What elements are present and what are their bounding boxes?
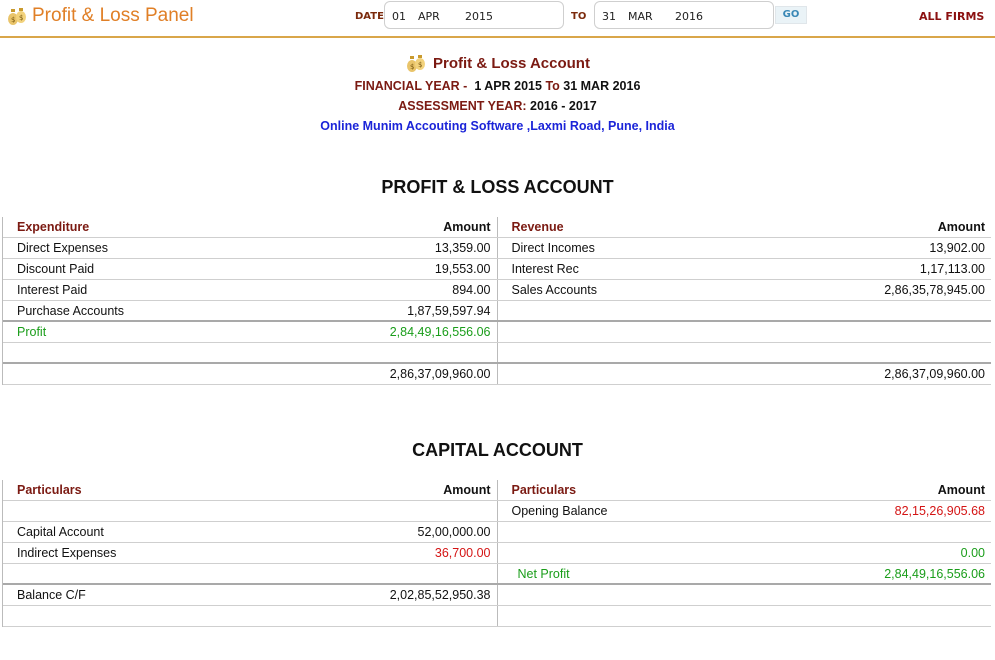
assessment-year: ASSESSMENT YEAR: 2016 - 2017 [0, 96, 995, 116]
row-amount: 13,359.00 [434, 241, 491, 255]
revenue-header: Revenue [511, 220, 564, 234]
table-header-row: Expenditure Amount Revenue Amount [3, 217, 991, 238]
to-date-picker[interactable]: 31 MAR 2016 [594, 1, 774, 29]
table-row: Purchase Accounts 1,87,59,597.94 [3, 301, 991, 322]
fy-to-word: To [545, 79, 560, 93]
zero-amount: 0.00 [960, 546, 985, 560]
capital-table: Particulars Amount Particulars Amount Open… [2, 480, 991, 627]
fy-from: 1 APR 2015 [474, 79, 542, 93]
report-header: $ $ Profit & Loss Account FINANCIAL YEAR… [0, 50, 995, 136]
opening-balance-amount: 82,15,26,905.68 [894, 504, 985, 518]
row-amount: 1,17,113.00 [919, 262, 985, 276]
table-row: Balance C/F 2,02,85,52,950.38 [3, 585, 991, 606]
table-row: Discount Paid 19,553.00 Interest Rec 1,17,… [3, 259, 991, 280]
balance-cf-amount: 2,02,85,52,950.38 [389, 588, 491, 602]
money-bag-icon: $ $ [8, 8, 26, 25]
fy-to: 31 MAR 2016 [563, 79, 641, 93]
ay-label: ASSESSMENT YEAR: [398, 99, 527, 113]
balance-cf-label: Balance C/F [17, 588, 86, 602]
left-total: 2,86,37,09,960.00 [389, 367, 491, 381]
amount-header: Amount [443, 483, 491, 497]
report-title: $ $ Profit & Loss Account [0, 50, 995, 76]
amount-header: Amount [937, 483, 985, 497]
capital-account-label[interactable]: Capital Account [17, 525, 104, 539]
table-row: Net Profit 2,84,49,16,556.06 [3, 564, 991, 585]
app-title-label: Profit & Loss Panel [32, 5, 194, 26]
row-label[interactable]: Sales Accounts [512, 283, 597, 297]
row-amount: 894.00 [452, 283, 491, 297]
ay-value: 2016 - 2017 [530, 99, 597, 113]
to-month[interactable]: MAR [628, 10, 653, 23]
row-label[interactable]: Purchase Accounts [17, 304, 124, 318]
pl-section-title: PROFIT & LOSS ACCOUNT [381, 177, 614, 197]
row-label[interactable]: Direct Expenses [17, 241, 108, 255]
svg-text:$: $ [418, 61, 422, 69]
from-month[interactable]: APR [418, 10, 440, 23]
profit-row: Profit 2,84,49,16,556.06 [3, 322, 991, 343]
row-label[interactable]: Discount Paid [17, 262, 94, 276]
svg-text:$: $ [410, 63, 414, 71]
profit-label: Profit [17, 325, 47, 339]
from-day[interactable]: 01 [392, 10, 406, 23]
row-label[interactable]: Interest Rec [512, 262, 579, 276]
row-amount: 13,902.00 [929, 241, 985, 255]
money-bag-icon: $ $ [407, 55, 426, 72]
to-year[interactable]: 2016 [675, 10, 703, 23]
row-amount: 19,553.00 [434, 262, 491, 276]
row-amount: 2,86,35,78,945.00 [884, 283, 985, 297]
right-total: 2,86,37,09,960.00 [884, 367, 985, 381]
opening-balance-label: Opening Balance [511, 504, 608, 518]
empty-row [3, 343, 991, 364]
row-label[interactable]: Interest Paid [17, 283, 87, 297]
table-row: Indirect Expenses 36,700.00 0.00 [3, 543, 991, 564]
report-title-label: Profit & Loss Account [433, 54, 590, 72]
table-row: Interest Paid 894.00 Sales Accounts 2,86,3… [3, 280, 991, 301]
row-amount: 1,87,59,597.94 [407, 303, 491, 318]
top-bar: $ $ Profit & Loss Panel DATE: 01 APR 201… [0, 0, 995, 38]
indirect-expenses-label[interactable]: Indirect Expenses [17, 546, 116, 560]
to-label: TO [571, 11, 587, 22]
fy-label: FINANCIAL YEAR - [354, 79, 468, 93]
table-row: Capital Account 52,00,000.00 [3, 522, 991, 543]
total-row: 2,86,37,09,960.00 2,86,37,09,960.00 [3, 364, 991, 385]
net-profit-amount: 2,84,49,16,556.06 [884, 566, 985, 581]
firm-selector[interactable]: ALL FIRMS [919, 10, 984, 23]
empty-row [3, 606, 991, 627]
expenditure-header: Expenditure [17, 220, 90, 234]
pl-table: Expenditure Amount Revenue Amount Direct E… [2, 217, 991, 385]
svg-text:$: $ [19, 14, 23, 22]
profit-amount: 2,84,49,16,556.06 [389, 325, 491, 339]
from-year[interactable]: 2015 [465, 10, 493, 23]
amount-header: Amount [443, 220, 491, 234]
row-label[interactable]: Direct Incomes [512, 241, 595, 255]
capital-section-title: CAPITAL ACCOUNT [412, 440, 583, 460]
financial-year: FINANCIAL YEAR - 1 APR 2015 To 31 MAR 20… [0, 76, 995, 96]
to-day[interactable]: 31 [602, 10, 616, 23]
capital-account-amount: 52,00,000.00 [417, 525, 491, 539]
svg-text:$: $ [11, 16, 15, 24]
amount-header: Amount [937, 220, 985, 234]
date-label: DATE: [355, 11, 388, 22]
from-date-picker[interactable]: 01 APR 2015 [384, 1, 564, 29]
table-row: Opening Balance 82,15,26,905.68 [3, 501, 991, 522]
table-row: Direct Expenses 13,359.00 Direct Incomes 1… [3, 238, 991, 259]
indirect-expenses-amount: 36,700.00 [434, 546, 491, 560]
go-button[interactable]: GO [775, 6, 807, 24]
app-title: $ $ Profit & Loss Panel [6, 5, 194, 27]
net-profit-label: Net Profit [517, 566, 570, 581]
particulars-header: Particulars [17, 483, 82, 497]
table-header-row: Particulars Amount Particulars Amount [3, 480, 991, 501]
particulars-header: Particulars [511, 483, 577, 497]
company-info: Online Munim Accouting Software ,Laxmi R… [320, 119, 675, 133]
